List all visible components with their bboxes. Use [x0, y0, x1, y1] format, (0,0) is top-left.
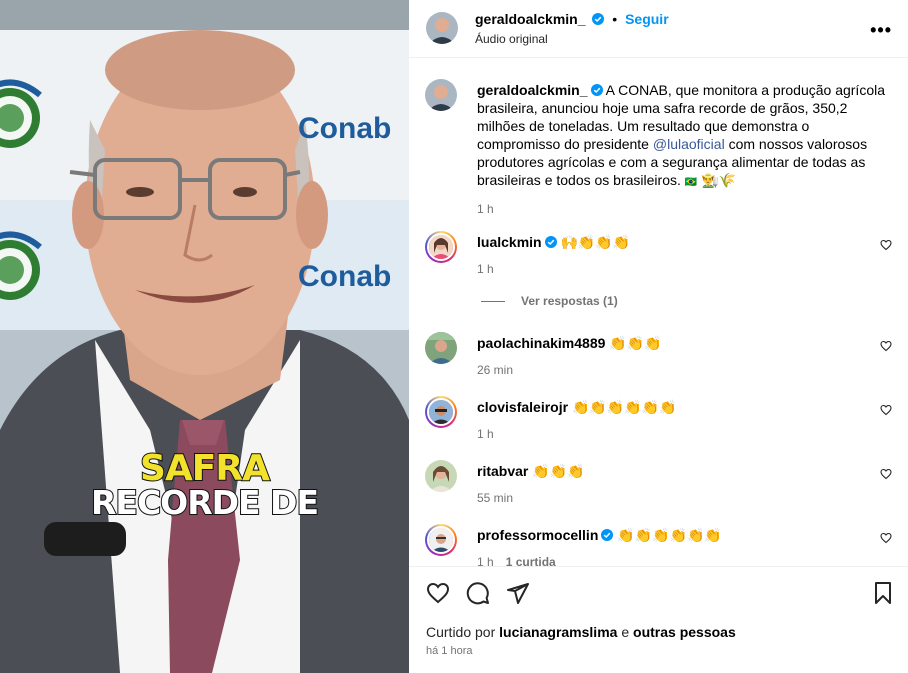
bookmark-icon[interactable] [871, 581, 895, 605]
comment-username[interactable]: lualckmin [477, 234, 542, 250]
comment-time-value: 1 h [477, 427, 494, 441]
author-avatar[interactable] [426, 12, 458, 44]
comment-time-value: 55 min [477, 491, 514, 505]
flag-emoji: 🇧🇷 [684, 177, 698, 188]
comment-text: 👏👏👏 [532, 464, 585, 480]
commenter-avatar[interactable] [425, 231, 457, 263]
instagram-post-view: Conab Conab SAFRA RECORDE DE geraldoalck… [0, 0, 908, 673]
comment-username[interactable]: professormocellin [477, 527, 598, 543]
liked-prefix: Curtido por [426, 624, 496, 640]
comment-like-heart-icon[interactable] [880, 239, 892, 251]
comment-like-count[interactable]: 1 curtida [506, 555, 556, 566]
commenter-avatar[interactable] [425, 332, 457, 364]
video-frame [0, 0, 409, 673]
verified-badge-icon [544, 236, 557, 248]
comment-username[interactable]: ritabvar [477, 463, 528, 479]
verified-badge-icon [590, 84, 603, 96]
header-separator: • [612, 11, 618, 27]
caption-body: geraldoalckmin_ A CONAB, que monitora a … [477, 81, 887, 218]
follow-button[interactable]: Seguir [625, 11, 669, 27]
comment-time: 1 h [477, 425, 867, 443]
verified-badge-icon [601, 529, 614, 541]
comments-scroll-area[interactable]: geraldoalckmin_ A CONAB, que monitora a … [409, 59, 908, 566]
comment-text: 👏👏👏👏👏👏 [617, 528, 722, 544]
comment-text: 👏👏👏👏👏👏 [571, 400, 677, 416]
comment-like-heart-icon[interactable] [880, 404, 892, 416]
caption-emojis: 👨‍🌾🌾 [701, 173, 736, 189]
commenter-avatar[interactable] [425, 460, 457, 492]
comment-body: professormocellin 👏👏👏👏👏👏 1 h 1 curtida [477, 526, 867, 566]
liked-others-link[interactable]: outras pessoas [633, 624, 736, 640]
post-header: geraldoalckmin_ • Seguir Áudio original … [409, 0, 908, 58]
header-title-row: geraldoalckmin_ • Seguir [475, 11, 669, 27]
comment-username[interactable]: clovisfaleirojr [477, 399, 568, 415]
commenter-avatar[interactable] [425, 396, 457, 428]
mention-link[interactable]: @lulaoficial [653, 136, 725, 152]
microphone-icon [44, 522, 126, 556]
comment-icon[interactable] [466, 581, 490, 605]
banner-brand-bottom: Conab [298, 260, 392, 293]
comment-time: 26 min [477, 361, 867, 379]
post-video[interactable]: Conab Conab SAFRA RECORDE DE [0, 0, 409, 673]
comment-text: 👏👏👏 [609, 336, 662, 352]
comment-time-value: 26 min [477, 363, 514, 377]
caption-username[interactable]: geraldoalckmin_ [477, 82, 588, 98]
comment-like-heart-icon[interactable] [880, 532, 892, 544]
more-options-icon[interactable]: ••• [870, 20, 892, 41]
liked-conj: e [621, 624, 630, 640]
comment-body: ritabvar 👏👏👏 55 min [477, 462, 867, 507]
send-icon[interactable] [506, 581, 530, 605]
view-replies-label: Ver respostas (1) [521, 294, 618, 308]
author-avatar-caption[interactable] [425, 79, 457, 111]
comment-time: 1 h 1 curtida [477, 553, 867, 566]
caption-time: 1 h [477, 202, 494, 216]
comment-body: clovisfaleirojr 👏👏👏👏👏👏 1 h [477, 398, 867, 443]
comment-time: 1 h [477, 260, 867, 278]
author-username[interactable]: geraldoalckmin_ [475, 11, 586, 27]
liked-user-link[interactable]: lucianagramslima [499, 624, 617, 640]
comment-like-heart-icon[interactable] [880, 340, 892, 352]
comment-body: lualckmin 🙌👏👏👏 1 h [477, 233, 867, 278]
comment-time-value: 1 h [477, 262, 494, 276]
audio-link[interactable]: Áudio original [475, 32, 548, 46]
heart-icon[interactable] [426, 581, 450, 605]
banner-brand-top: Conab [298, 112, 392, 145]
comment-time: 55 min [477, 489, 867, 507]
comment-body: paolachinakim4889 👏👏👏 26 min [477, 334, 867, 379]
comment-time-value: 1 h [477, 555, 494, 566]
liked-by: Curtido por lucianagramslima e outras pe… [426, 624, 736, 640]
comment-username[interactable]: paolachinakim4889 [477, 335, 605, 351]
comment-like-heart-icon[interactable] [880, 468, 892, 480]
post-actions: Curtido por lucianagramslima e outras pe… [409, 566, 908, 673]
commenter-avatar[interactable] [425, 524, 457, 556]
comment-text: 🙌👏👏👏 [560, 235, 631, 251]
replies-line [481, 301, 505, 303]
post-timestamp: há 1 hora [426, 645, 473, 657]
verified-badge-icon [592, 13, 605, 25]
view-replies-button[interactable]: Ver respostas (1) [481, 294, 618, 308]
video-caption-line2: RECORDE DE [90, 482, 320, 523]
post-side-panel: geraldoalckmin_ • Seguir Áudio original … [409, 0, 908, 673]
